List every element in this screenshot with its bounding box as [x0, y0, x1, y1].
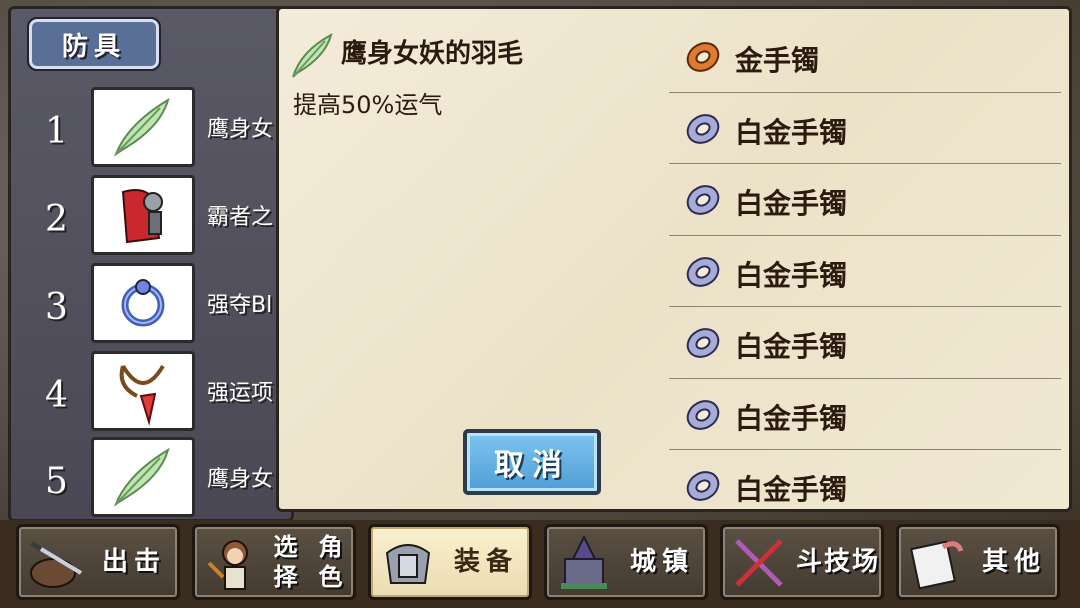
slot-item-name: 鹰身女	[207, 467, 274, 492]
slot-number: 1	[45, 111, 68, 152]
item-icon-box	[91, 87, 195, 167]
list-item[interactable]: 白金手镯	[669, 164, 1061, 236]
nav-label: 装备	[453, 547, 518, 577]
equip-slot-1[interactable]: 1 鹰身女	[11, 87, 291, 171]
nav-label: 选择 角色	[265, 527, 355, 597]
nav-town-button[interactable]: 城镇	[544, 524, 708, 600]
gold-bracelet-icon	[686, 42, 720, 72]
scroll-icon	[910, 540, 964, 590]
item-icon-box	[91, 263, 195, 343]
nav-sortie-button[interactable]: 出击	[16, 524, 180, 600]
list-item[interactable]: 白金手镯	[669, 307, 1061, 379]
nav-label-line: 选择	[273, 533, 302, 591]
nav-label-line: 角色	[318, 533, 347, 591]
crossed-swords-icon	[735, 539, 783, 587]
list-item[interactable]: 白金手镯	[669, 236, 1061, 307]
character-icon	[207, 540, 248, 590]
list-item-label: 白金手镯	[735, 258, 848, 292]
equipment-selection-popup: 鹰身女妖的羽毛 提高50%运气 金手镯 白金手镯 白金手镯 白金手镯 白金手镯 …	[276, 6, 1072, 512]
equip-slot-4[interactable]: 4 强运项	[11, 351, 291, 435]
pendant-icon	[119, 364, 165, 426]
list-item-label: 白金手镯	[735, 115, 848, 149]
slot-number: 4	[45, 375, 68, 416]
nav-arena-button[interactable]: 斗技场	[720, 524, 884, 600]
nav-select-character-button[interactable]: 选择 角色	[192, 524, 356, 600]
list-item[interactable]: 白金手镯	[669, 93, 1061, 164]
blue-ring-icon	[121, 279, 165, 327]
platinum-bracelet-icon	[686, 113, 720, 144]
selected-item-description: 提高50%运气	[293, 91, 443, 119]
nav-equipment-button[interactable]: 装备	[368, 524, 532, 600]
slot-number: 2	[45, 199, 68, 240]
item-icon-box	[91, 175, 195, 255]
cancel-button[interactable]: 取消	[463, 429, 601, 495]
equip-slot-5[interactable]: 5 鹰身女	[11, 437, 291, 521]
list-item-label: 金手镯	[735, 44, 820, 77]
feather-icon	[113, 447, 170, 507]
item-icon-box	[91, 351, 195, 431]
nav-other-button[interactable]: 其他	[896, 524, 1060, 600]
list-item-label: 白金手镯	[735, 330, 848, 363]
slot-number: 5	[45, 461, 68, 502]
list-item[interactable]: 金手镯	[669, 21, 1061, 93]
slot-number: 3	[45, 287, 68, 328]
red-cape-icon	[121, 189, 163, 244]
item-icon-box	[91, 437, 195, 517]
item-list: 金手镯 白金手镯 白金手镯 白金手镯 白金手镯 白金手镯 白金手镯	[669, 21, 1061, 522]
feather-icon	[292, 33, 333, 78]
slot-item-name: 强运项	[207, 381, 274, 406]
list-item[interactable]: 白金手镯	[669, 379, 1061, 450]
equip-slot-3[interactable]: 3 强夺Bl	[11, 263, 291, 347]
nav-label: 其他	[981, 547, 1046, 577]
platinum-bracelet-icon	[686, 471, 720, 501]
category-label[interactable]: 防具	[27, 17, 161, 71]
castle-icon	[561, 534, 607, 589]
platinum-bracelet-icon	[686, 256, 720, 287]
slot-item-name: 鹰身女	[207, 117, 274, 142]
list-item-label: 白金手镯	[735, 401, 848, 435]
equipment-slot-panel: 防具 1 鹰身女 2 霸者之 3 强夺Bl 4 强运项 5 鹰身女	[8, 6, 294, 522]
feather-icon	[113, 97, 170, 157]
selected-item-name: 鹰身女妖的羽毛	[341, 39, 524, 69]
platinum-bracelet-icon	[686, 328, 720, 358]
list-item[interactable]: 白金手镯	[669, 450, 1061, 522]
armor-icon	[385, 544, 431, 584]
sword-bag-icon	[29, 540, 83, 588]
equip-slot-2[interactable]: 2 霸者之	[11, 175, 291, 259]
platinum-bracelet-icon	[686, 399, 720, 430]
list-item-label: 白金手镯	[735, 473, 848, 506]
platinum-bracelet-icon	[686, 185, 720, 215]
nav-label: 城镇	[629, 547, 694, 577]
bottom-nav: 出击 选择 角色 装备 城镇 斗技场 其他	[0, 520, 1080, 608]
nav-label: 斗技场	[795, 547, 880, 577]
slot-item-name: 霸者之	[207, 205, 274, 230]
nav-label: 出击	[101, 547, 166, 577]
slot-item-name: 强夺Bl	[207, 293, 273, 318]
list-item-label: 白金手镯	[735, 187, 848, 220]
